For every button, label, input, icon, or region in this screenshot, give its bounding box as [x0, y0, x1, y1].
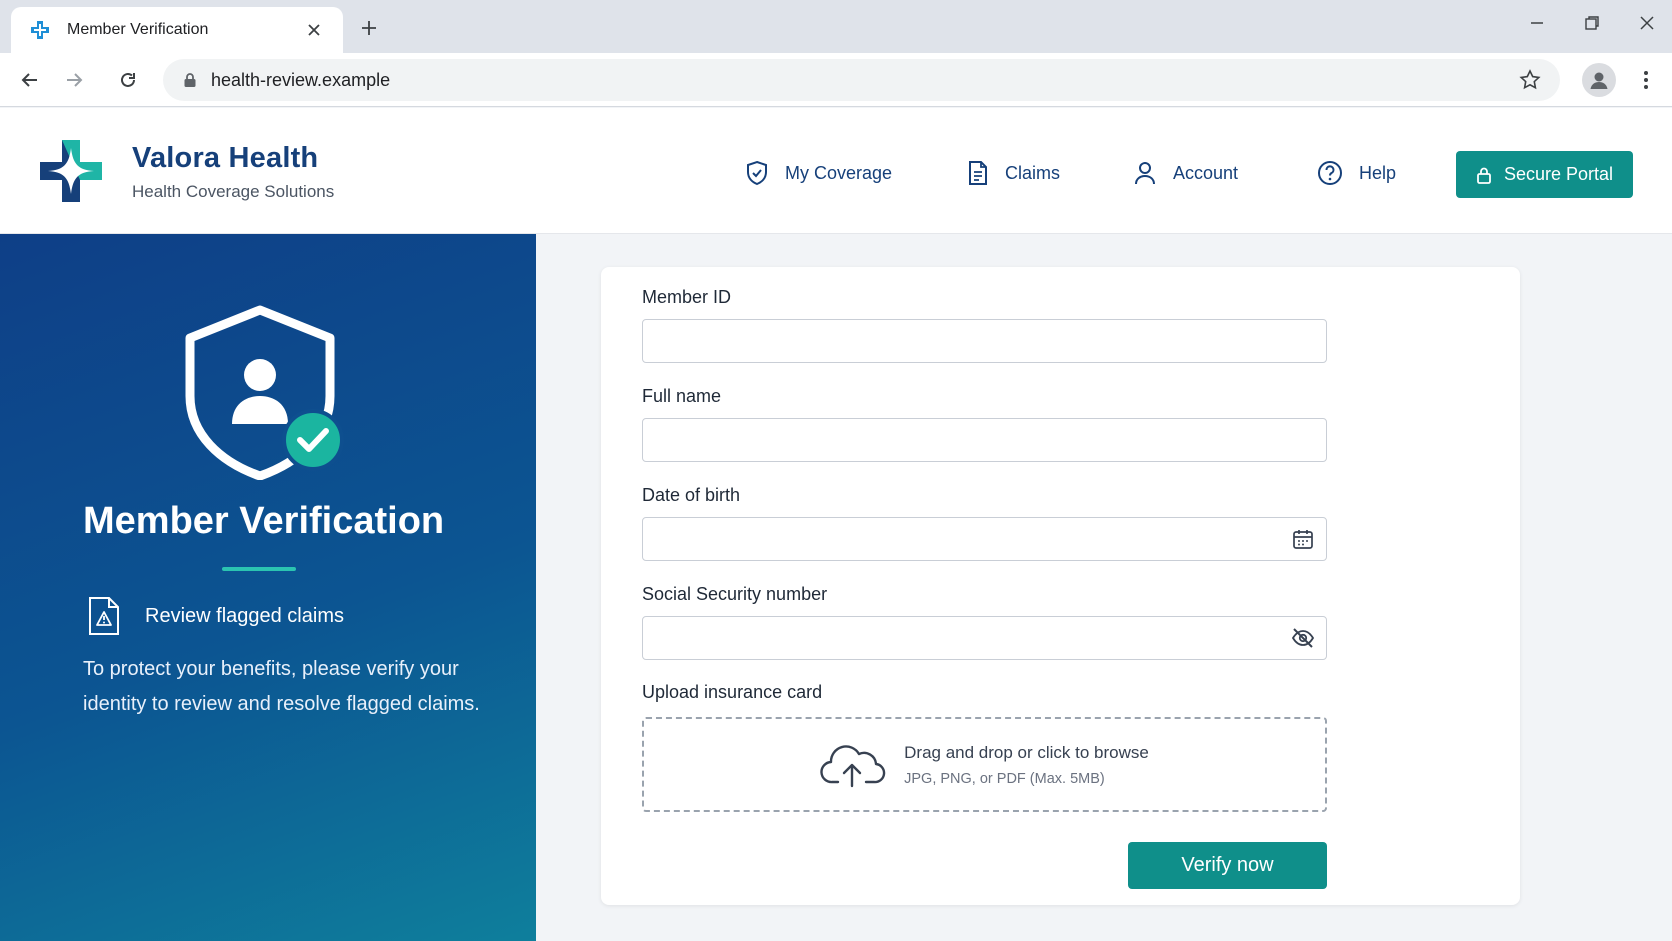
- brand-logo-icon[interactable]: [36, 136, 106, 206]
- hero-panel: Member Verification Review flagged claim…: [0, 234, 536, 941]
- secure-portal-button[interactable]: Secure Portal: [1456, 151, 1633, 198]
- restore-icon[interactable]: [1575, 10, 1609, 36]
- secure-portal-label: Secure Portal: [1503, 164, 1614, 184]
- help-circle-icon: [1318, 161, 1342, 185]
- shield-user-check-icon: [180, 304, 350, 481]
- minimize-icon[interactable]: [1520, 10, 1554, 36]
- document-warning-icon: [87, 596, 121, 636]
- dropzone-secondary-text: JPG, PNG, or PDF (Max. 5MB): [904, 770, 1105, 787]
- member-id-input[interactable]: [642, 319, 1327, 363]
- browser-toolbar: health-review.example: [0, 53, 1672, 107]
- document-icon: [969, 161, 987, 185]
- insurance-card-dropzone[interactable]: Drag and drop or click to browse JPG, PN…: [642, 717, 1327, 812]
- nav-my-coverage-label: My Coverage: [785, 162, 893, 183]
- upload-label: Upload insurance card: [642, 682, 823, 702]
- browser-tabstrip: Member Verification: [0, 0, 1672, 53]
- nav-help-label: Help: [1359, 162, 1397, 183]
- lock-icon: [183, 72, 197, 88]
- full-name-input[interactable]: [642, 418, 1327, 462]
- full-name-label: Full name: [642, 386, 722, 406]
- dob-label: Date of birth: [642, 485, 741, 505]
- address-bar[interactable]: health-review.example: [163, 59, 1560, 101]
- nav-account-label: Account: [1173, 162, 1239, 183]
- cloud-upload-icon: [820, 744, 886, 787]
- verification-form-card: Member ID Full name Date of birth Social…: [601, 267, 1520, 905]
- menu-dots-icon[interactable]: [1636, 65, 1656, 95]
- nav-claims-label: Claims: [1005, 162, 1061, 183]
- lock-icon: [1477, 167, 1491, 184]
- ssn-label: Social Security number: [642, 584, 828, 604]
- brand-tagline: Health Coverage Solutions: [132, 182, 335, 201]
- member-id-label: Member ID: [642, 287, 732, 307]
- nav-account[interactable]: Account: [1133, 158, 1238, 188]
- nav-my-coverage[interactable]: My Coverage: [745, 158, 892, 188]
- plus-icon[interactable]: [355, 14, 383, 42]
- dropzone-primary-text: Drag and drop or click to browse: [904, 742, 1149, 762]
- nav-claims[interactable]: Claims: [967, 158, 1060, 188]
- profile-icon[interactable]: [1582, 63, 1616, 97]
- star-icon[interactable]: [1518, 68, 1542, 92]
- back-arrow-icon[interactable]: [15, 65, 45, 95]
- hero-review-item: Review flagged claims: [87, 596, 344, 636]
- ssn-input[interactable]: [642, 616, 1327, 660]
- site-header: Valora Health Health Coverage Solutions …: [0, 108, 1672, 234]
- favicon-cross-icon: [29, 19, 51, 41]
- close-window-icon[interactable]: [1630, 10, 1664, 36]
- close-icon[interactable]: [303, 19, 325, 41]
- user-icon: [1135, 162, 1155, 185]
- dob-input[interactable]: [642, 517, 1327, 561]
- eye-off-icon[interactable]: [1290, 625, 1316, 651]
- hero-title: Member Verification: [83, 500, 445, 542]
- calendar-icon[interactable]: [1290, 526, 1316, 552]
- forward-arrow-icon[interactable]: [59, 65, 89, 95]
- browser-tab[interactable]: Member Verification: [11, 7, 343, 53]
- tab-title: Member Verification: [67, 21, 209, 38]
- url-text: health-review.example: [211, 69, 391, 90]
- hero-divider: [222, 567, 296, 571]
- reload-icon[interactable]: [113, 65, 143, 95]
- hero-description: To protect your benefits, please verify …: [83, 658, 480, 715]
- dropzone-text: Drag and drop or click to browse JPG, PN…: [904, 743, 1149, 787]
- review-flagged-claims-label: Review flagged claims: [145, 604, 344, 627]
- shield-check-icon: [747, 160, 767, 186]
- verify-now-button[interactable]: Verify now: [1128, 842, 1327, 889]
- brand-name[interactable]: Valora Health: [132, 142, 318, 175]
- nav-help[interactable]: Help: [1317, 158, 1396, 188]
